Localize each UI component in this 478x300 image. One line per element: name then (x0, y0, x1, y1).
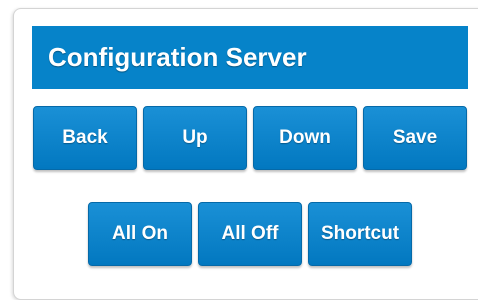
down-button[interactable]: Down (253, 106, 357, 170)
all-on-button[interactable]: All On (88, 202, 192, 266)
back-button[interactable]: Back (33, 106, 137, 170)
all-off-button[interactable]: All Off (198, 202, 302, 266)
shortcut-button[interactable]: Shortcut (308, 202, 412, 266)
page-title: Configuration Server (32, 26, 468, 89)
up-button[interactable]: Up (143, 106, 247, 170)
save-button[interactable]: Save (363, 106, 467, 170)
